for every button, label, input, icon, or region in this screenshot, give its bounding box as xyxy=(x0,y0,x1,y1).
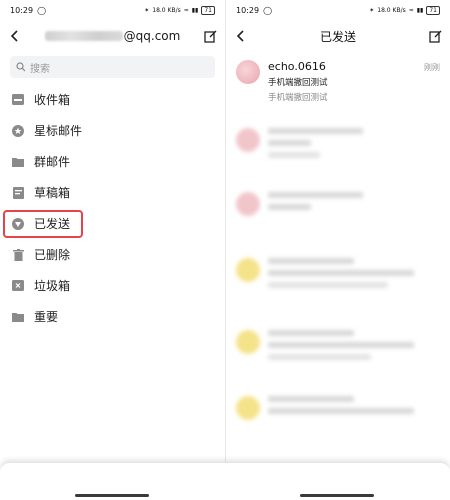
search-icon xyxy=(16,62,26,72)
nav-bar: @qq.com xyxy=(0,20,225,52)
mail-item-blurred[interactable] xyxy=(226,120,450,176)
home-indicator[interactable] xyxy=(300,494,374,497)
chevron-left-icon xyxy=(236,30,244,42)
chat-icon: ◯ xyxy=(37,5,47,15)
folder-label: 已删除 xyxy=(34,248,71,262)
battery-icon: 71 xyxy=(201,5,215,15)
folder-label: 星标邮件 xyxy=(34,124,83,138)
mail-item-blurred[interactable] xyxy=(226,250,450,306)
sent-highlight-box xyxy=(3,210,83,238)
folder-label: 草稿箱 xyxy=(34,186,71,200)
folder-sent[interactable]: 已发送 xyxy=(0,208,225,239)
folder-label: 收件箱 xyxy=(34,93,71,107)
spam-icon xyxy=(12,280,24,292)
mail-time: 刚刚 xyxy=(424,63,440,72)
compose-button[interactable] xyxy=(428,29,442,43)
compose-icon xyxy=(203,30,216,43)
avatar xyxy=(236,396,260,420)
account-title: @qq.com xyxy=(22,29,203,43)
star-icon xyxy=(12,124,24,137)
status-time: 10:29 xyxy=(10,5,34,15)
folder-icon xyxy=(12,311,24,323)
avatar xyxy=(236,258,260,282)
home-indicator[interactable] xyxy=(75,494,149,497)
avatar xyxy=(236,192,260,216)
folder-list: 收件箱 星标邮件 群邮件 草稿箱 已发送 已删除 垃圾箱 重要 xyxy=(0,84,225,332)
sent-mail-screen: 10:29 ◯ ✶ 18.0 KB/s ≈ ▮▮ 71 已发送 echo.061… xyxy=(225,0,450,462)
account-domain: @qq.com xyxy=(123,29,181,43)
chat-icon: ◯ xyxy=(263,5,273,15)
mail-subject: 手机端撤回测试 xyxy=(268,78,328,88)
mail-item-blurred[interactable] xyxy=(226,184,450,240)
chevron-left-icon xyxy=(10,30,18,42)
folder-label: 垃圾箱 xyxy=(34,279,71,293)
status-bar: 10:29 ◯ ✶ 18.0 KB/s ≈ ▮▮ 71 xyxy=(226,0,450,20)
wifi-icon: ≈ xyxy=(183,6,189,14)
folder-drafts[interactable]: 草稿箱 xyxy=(0,177,225,208)
status-time: 10:29 xyxy=(236,5,260,15)
nav-bar: 已发送 xyxy=(226,20,450,52)
account-name-blurred xyxy=(44,31,123,41)
folder-important[interactable]: 重要 xyxy=(0,301,225,332)
folder-spam[interactable]: 垃圾箱 xyxy=(0,270,225,301)
mail-preview: 手机端撤回测试 xyxy=(268,93,328,103)
bluetooth-icon: ✶ xyxy=(144,6,150,14)
battery-icon: 71 xyxy=(426,5,440,15)
signal-icon: ▮▮ xyxy=(191,6,199,14)
folder-starred[interactable]: 星标邮件 xyxy=(0,115,225,146)
avatar xyxy=(236,330,260,354)
draft-icon xyxy=(12,186,24,199)
signal-icon: ▮▮ xyxy=(416,6,424,14)
folder-inbox[interactable]: 收件箱 xyxy=(0,84,225,115)
folder-group[interactable]: 群邮件 xyxy=(0,146,225,177)
folder-label: 重要 xyxy=(34,310,59,324)
folder-list-screen: 10:29 ◯ ✶ 18.0 KB/s ≈ ▮▮ 71 @qq.com 搜索 收… xyxy=(0,0,225,462)
bottom-sheet[interactable] xyxy=(0,462,450,500)
inbox-icon xyxy=(12,94,24,106)
folder-icon xyxy=(12,156,24,168)
bluetooth-icon: ✶ xyxy=(369,6,375,14)
mail-sender: echo.0616 xyxy=(268,60,326,73)
back-button[interactable] xyxy=(8,29,22,43)
status-bar: 10:29 ◯ ✶ 18.0 KB/s ≈ ▮▮ 71 xyxy=(0,0,225,20)
avatar xyxy=(236,60,260,84)
search-placeholder: 搜索 xyxy=(30,63,50,75)
wifi-icon: ≈ xyxy=(408,6,414,14)
avatar xyxy=(236,128,260,152)
folder-deleted[interactable]: 已删除 xyxy=(0,239,225,270)
network-speed: 18.0 KB/s xyxy=(152,6,181,14)
compose-button[interactable] xyxy=(203,29,217,43)
network-speed: 18.0 KB/s xyxy=(377,6,406,14)
compose-icon xyxy=(428,30,441,43)
mail-item-blurred[interactable] xyxy=(226,388,450,444)
trash-icon xyxy=(12,248,24,261)
search-input[interactable]: 搜索 xyxy=(10,56,215,78)
back-button[interactable] xyxy=(234,29,248,43)
mail-item[interactable]: echo.0616 刚刚 手机端撤回测试 手机端撤回测试 xyxy=(226,52,450,108)
mail-item-blurred[interactable] xyxy=(226,322,450,378)
folder-label: 群邮件 xyxy=(34,155,71,169)
page-title: 已发送 xyxy=(319,29,356,44)
